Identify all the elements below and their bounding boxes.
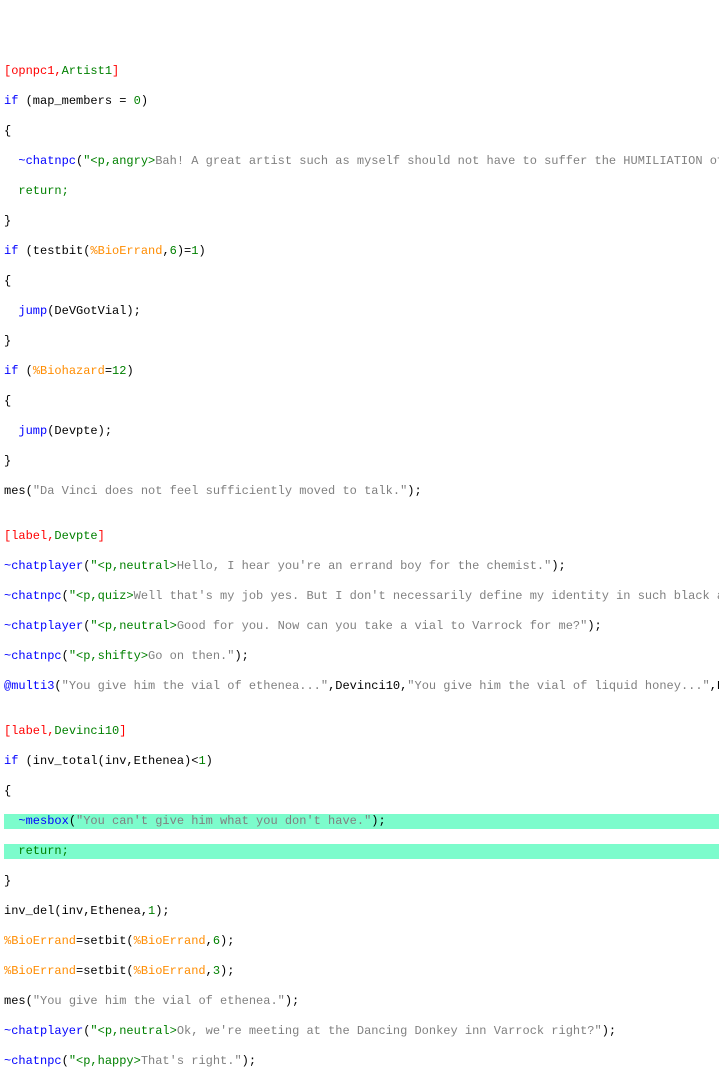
code-line-highlighted: ~mesbox("You can't give him what you don… — [4, 814, 719, 829]
code-line: { — [4, 784, 719, 799]
code-line: jump(Devpte); — [4, 424, 719, 439]
code-line: } — [4, 874, 719, 889]
code-line: if (%Biohazard=12) — [4, 364, 719, 379]
code-line: } — [4, 214, 719, 229]
code-line: mes("You give him the vial of ethenea.")… — [4, 994, 719, 1009]
code-line: return; — [4, 184, 719, 199]
code-line: } — [4, 334, 719, 349]
code-line: ~chatnpc("<p,shifty>Go on then."); — [4, 649, 719, 664]
code-line: } — [4, 454, 719, 469]
code-line: @multi3("You give him the vial of ethene… — [4, 679, 719, 694]
code-line: [label,Devinci10] — [4, 724, 719, 739]
code-line: jump(DeVGotVial); — [4, 304, 719, 319]
code-line: ~chatnpc("<p,angry>Bah! A great artist s… — [4, 154, 719, 169]
code-line: [opnpc1,Artist1] — [4, 64, 719, 79]
code-line: %BioErrand=setbit(%BioErrand,6); — [4, 934, 719, 949]
code-line: if (testbit(%BioErrand,6)=1) — [4, 244, 719, 259]
code-line: if (inv_total(inv,Ethenea)<1) — [4, 754, 719, 769]
code-line: { — [4, 394, 719, 409]
code-line-highlighted: return; — [4, 844, 719, 859]
code-line: if (map_members = 0) — [4, 94, 719, 109]
code-line: ~chatplayer("<p,neutral>Hello, I hear yo… — [4, 559, 719, 574]
code-line: { — [4, 274, 719, 289]
code-line: ~chatplayer("<p,neutral>Ok, we're meetin… — [4, 1024, 719, 1039]
code-line: ~chatnpc("<p,happy>That's right."); — [4, 1054, 719, 1069]
code-line: ~chatnpc("<p,quiz>Well that's my job yes… — [4, 589, 719, 604]
code-line: mes("Da Vinci does not feel sufficiently… — [4, 484, 719, 499]
code-line: ~chatplayer("<p,neutral>Good for you. No… — [4, 619, 719, 634]
code-line: %BioErrand=setbit(%BioErrand,3); — [4, 964, 719, 979]
code-line: { — [4, 124, 719, 139]
code-line: inv_del(inv,Ethenea,1); — [4, 904, 719, 919]
